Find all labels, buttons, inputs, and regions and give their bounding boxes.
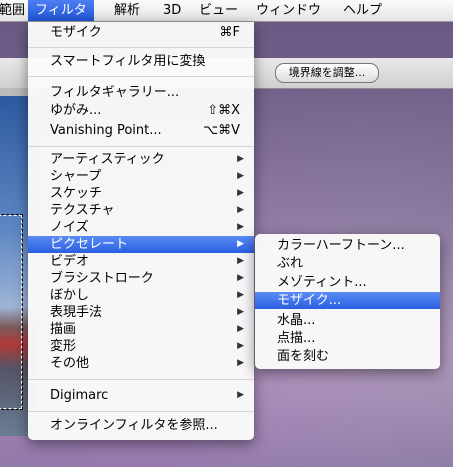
submenu-item-fragment[interactable]: ぶれ <box>255 255 440 272</box>
menu-help[interactable]: ヘルプ <box>336 0 389 21</box>
menu-item-video[interactable]: ビデオ ▶ <box>28 253 254 270</box>
menu-separator <box>28 411 254 412</box>
menu-item-last-filter[interactable]: モザイク ⌘F <box>28 24 254 41</box>
menu-item-label: 描画 <box>50 322 77 337</box>
selection-marquee <box>0 214 23 410</box>
menu-item-label: モザイク <box>50 25 102 40</box>
menu-item-artistic[interactable]: アーティスティック ▶ <box>28 151 254 168</box>
shortcut-label: ⇧⌘X <box>207 103 240 118</box>
menu-item-browse-filters-online[interactable]: オンラインフィルタを参照... <box>28 417 254 434</box>
menu-bar: 範囲 フィルタ 解析 3D ビュー ウィンドウ ヘルプ <box>0 0 453 22</box>
submenu-arrow-icon: ▶ <box>237 171 244 181</box>
submenu-arrow-icon: ▶ <box>237 188 244 198</box>
menu-item-label: 変形 <box>50 339 77 354</box>
shortcut-label: ⌥⌘V <box>203 123 240 138</box>
menu-item-label: シャープ <box>50 169 102 184</box>
submenu-arrow-icon: ▶ <box>237 239 244 249</box>
menu-item-sharpen[interactable]: シャープ ▶ <box>28 168 254 185</box>
menu-item-blur[interactable]: ぼかし ▶ <box>28 287 254 304</box>
menu-item-pixelate[interactable]: ピクセレート ▶ <box>28 236 254 253</box>
menu-item-stylize[interactable]: 表現手法 ▶ <box>28 304 254 321</box>
refine-edge-button[interactable]: 境界線を調整... <box>275 63 379 83</box>
menu-analysis[interactable]: 解析 <box>107 0 147 21</box>
menu-item-label: ブラシストローク <box>50 271 154 286</box>
submenu-arrow-icon: ▶ <box>237 390 244 400</box>
menu-item-label: ビデオ <box>50 254 90 269</box>
submenu-item-facet[interactable]: 面を刻む <box>255 348 440 365</box>
menu-item-distort[interactable]: 変形 ▶ <box>28 338 254 355</box>
submenu-arrow-icon: ▶ <box>237 341 244 351</box>
menu-item-label: スケッチ <box>50 186 103 201</box>
menu-item-vanishing-point[interactable]: Vanishing Point... ⌥⌘V <box>28 122 254 139</box>
menu-item-convert-smart-filters[interactable]: スマートフィルタ用に変換 <box>28 53 254 70</box>
menu-item-sketch[interactable]: スケッチ ▶ <box>28 185 254 202</box>
menu-item-label: ピクセレート <box>50 237 129 252</box>
menu-item-digimarc[interactable]: Digimarc ▶ <box>28 387 254 404</box>
menu-separator <box>28 47 254 48</box>
menu-filter[interactable]: フィルタ <box>28 0 94 21</box>
menu-item-filter-gallery[interactable]: フィルタギャラリー... <box>28 84 254 101</box>
menu-item-label: 表現手法 <box>50 305 103 320</box>
submenu-item-pointillize[interactable]: 点描... <box>255 330 440 347</box>
menu-item-noise[interactable]: ノイズ ▶ <box>28 219 254 236</box>
submenu-arrow-icon: ▶ <box>237 222 244 232</box>
submenu-arrow-icon: ▶ <box>237 205 244 215</box>
submenu-arrow-icon: ▶ <box>237 358 244 368</box>
menu-item-other[interactable]: その他 ▶ <box>28 355 254 372</box>
pixelate-submenu: カラーハーフトーン... ぶれ メゾティント... モザイク... 水晶... … <box>255 234 440 369</box>
menu-item-label: ぼかし <box>50 288 90 303</box>
menu-3d[interactable]: 3D <box>156 0 188 21</box>
submenu-arrow-icon: ▶ <box>237 324 244 334</box>
menu-item-brush-strokes[interactable]: ブラシストローク ▶ <box>28 270 254 287</box>
menu-separator <box>28 379 254 380</box>
submenu-arrow-icon: ▶ <box>237 273 244 283</box>
menu-item-label: ノイズ <box>50 220 89 235</box>
menu-item-label: Digimarc <box>50 388 109 403</box>
submenu-arrow-icon: ▶ <box>237 307 244 317</box>
filter-menu: モザイク ⌘F スマートフィルタ用に変換 フィルタギャラリー... ゆがみ...… <box>28 22 254 440</box>
submenu-item-mosaic[interactable]: モザイク... <box>255 292 440 309</box>
menu-item-texture[interactable]: テクスチャ ▶ <box>28 202 254 219</box>
menu-window[interactable]: ウィンドウ <box>249 0 328 21</box>
menu-separator <box>28 76 254 77</box>
menu-item-label: その他 <box>50 356 90 371</box>
submenu-arrow-icon: ▶ <box>237 290 244 300</box>
submenu-item-crystallize[interactable]: 水晶... <box>255 312 440 329</box>
menu-separator <box>28 146 254 147</box>
shortcut-label: ⌘F <box>219 25 240 40</box>
menu-item-label: アーティスティック <box>50 152 165 167</box>
submenu-item-color-halftone[interactable]: カラーハーフトーン... <box>255 237 440 254</box>
submenu-arrow-icon: ▶ <box>237 154 244 164</box>
menu-item-render[interactable]: 描画 ▶ <box>28 321 254 338</box>
menu-item-label: Vanishing Point... <box>50 123 162 138</box>
menu-item-label: テクスチャ <box>50 203 115 218</box>
menu-view[interactable]: ビュー <box>192 0 245 21</box>
menu-item-label: ゆがみ... <box>50 103 102 118</box>
submenu-item-mezzotint[interactable]: メゾティント... <box>255 274 440 291</box>
submenu-arrow-icon: ▶ <box>237 256 244 266</box>
menu-item-liquify[interactable]: ゆがみ... ⇧⌘X <box>28 102 254 119</box>
